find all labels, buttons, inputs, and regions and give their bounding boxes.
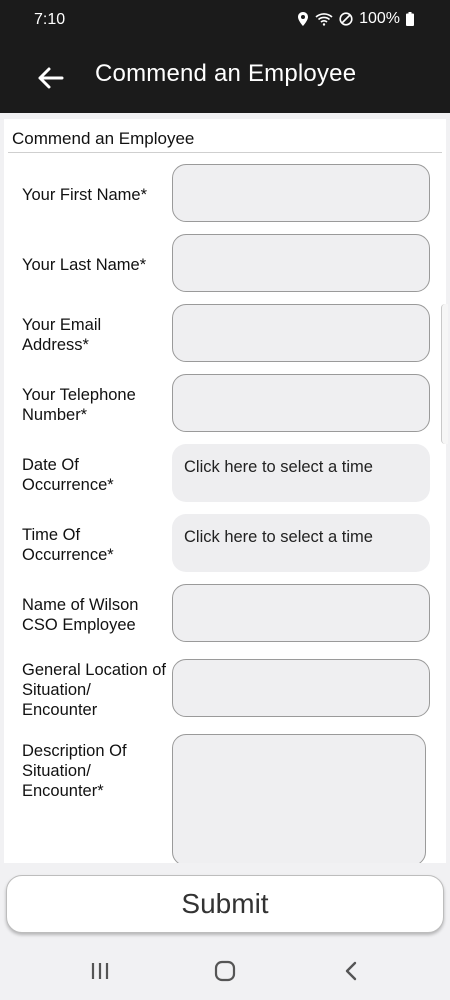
date-picker[interactable]: Click here to select a time: [172, 444, 430, 502]
status-time: 7:10: [34, 11, 66, 28]
email-input[interactable]: [172, 304, 430, 362]
home-button[interactable]: [210, 958, 240, 984]
wifi-icon: [315, 13, 333, 26]
employee-name-input[interactable]: [172, 584, 430, 642]
date-label: Date Of Occurrence*: [22, 456, 114, 494]
nav-back-icon: [345, 961, 357, 981]
email-label: Your Email Address*: [22, 316, 102, 354]
last-name-input[interactable]: [172, 234, 430, 292]
battery-icon: [406, 12, 414, 26]
battery-text: 100%: [359, 10, 400, 27]
last-name-label: Your Last Name*: [22, 256, 147, 274]
status-icons: 100%: [297, 10, 414, 28]
page-title: Commend an Employee: [95, 60, 357, 87]
divider: [8, 152, 442, 153]
recents-button[interactable]: [85, 958, 115, 984]
location-icon: [298, 12, 309, 26]
arrow-back-icon: [38, 67, 64, 89]
submit-area: Submit: [0, 863, 450, 940]
location-label: General Location of Situation/ Encounter: [22, 661, 167, 719]
first-name-input[interactable]: [172, 164, 430, 222]
form-header: Commend an Employee: [12, 129, 195, 148]
telephone-label: Your Telephone Number*: [22, 386, 136, 424]
app-bar: Commend an Employee: [0, 40, 450, 113]
home-icon: [214, 960, 236, 982]
recents-icon: [91, 963, 109, 979]
first-name-label: Your First Name*: [22, 186, 148, 204]
status-bar: 7:10 100%: [0, 0, 450, 40]
dnd-icon: [339, 12, 353, 26]
telephone-input[interactable]: [172, 374, 430, 432]
form-card: Commend an Employee Your First Name* You…: [4, 119, 446, 899]
time-picker[interactable]: Click here to select a time: [172, 514, 430, 572]
back-button[interactable]: [30, 58, 70, 98]
description-label: Description Of Situation/ Encounter*: [22, 742, 127, 800]
location-input[interactable]: [172, 659, 430, 717]
employee-name-label: Name of Wilson CSO Employee: [22, 596, 139, 634]
submit-button[interactable]: Submit: [6, 875, 444, 933]
form-content[interactable]: Commend an Employee Your First Name* You…: [0, 113, 450, 899]
description-textarea[interactable]: [172, 734, 426, 866]
time-label: Time Of Occurrence*: [22, 526, 114, 564]
nav-back-button[interactable]: [336, 958, 366, 984]
navigation-bar: [0, 940, 450, 1000]
scrollbar[interactable]: [441, 304, 448, 444]
